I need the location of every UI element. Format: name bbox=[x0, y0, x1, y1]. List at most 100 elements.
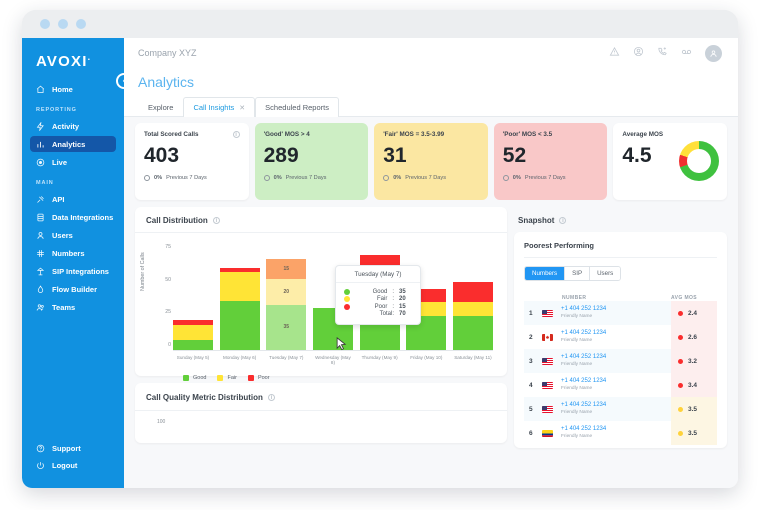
kpi-value: 52 bbox=[503, 145, 599, 166]
sidebar-item-users[interactable]: Users bbox=[30, 227, 116, 243]
tooltip-total-value: 70 bbox=[399, 311, 412, 317]
sidebar-section-reporting: REPORTING bbox=[36, 107, 124, 113]
bar-segment-good bbox=[173, 340, 213, 350]
sidebar-item-numbers[interactable]: Numbers bbox=[30, 245, 116, 261]
snapshot-tab-numbers[interactable]: Numbers bbox=[525, 267, 565, 280]
tooltip-colon: : bbox=[392, 289, 394, 295]
chart-bar[interactable] bbox=[220, 268, 260, 350]
table-row[interactable]: 5+1 404 252 1234Friendly Name3.5 bbox=[524, 397, 717, 421]
row-avg-mos: 3.5 bbox=[671, 397, 717, 421]
app-logo-mark: . bbox=[88, 52, 92, 62]
sidebar-item-flow-builder[interactable]: Flow Builder bbox=[30, 281, 116, 297]
table-row[interactable]: 1+1 404 252 1234Friendly Name2.4 bbox=[524, 301, 717, 325]
app-logo[interactable]: AVOXI. bbox=[36, 52, 124, 70]
row-number-cell: +1 404 252 1234Friendly Name bbox=[556, 354, 671, 367]
sidebar-item-api[interactable]: API bbox=[30, 191, 116, 207]
chart-plot-area: 75 50 25 0 152035 Tuesday (May 7) bbox=[173, 241, 497, 351]
tab-scheduled-reports[interactable]: Scheduled Reports bbox=[255, 97, 339, 117]
home-icon bbox=[36, 85, 45, 94]
page-header: Analytics Explore Call Insights✕ Schedul… bbox=[124, 68, 738, 117]
chart-legend: Good Fair Poor bbox=[183, 375, 497, 391]
window-maximize-dot[interactable] bbox=[76, 19, 86, 29]
sidebar-item-sip-integrations[interactable]: SIP Integrations bbox=[30, 263, 116, 279]
kpi-value: 403 bbox=[144, 145, 240, 166]
sidebar-item-activity[interactable]: Activity bbox=[30, 118, 116, 134]
mos-status-dot-icon bbox=[678, 407, 683, 412]
good-dot-icon bbox=[344, 289, 350, 295]
tooltip-row-value: 15 bbox=[399, 304, 412, 310]
phone-number-link[interactable]: +1 404 252 1234 bbox=[561, 330, 671, 338]
mos-status-dot-icon bbox=[678, 359, 683, 364]
legend-item-good[interactable]: Good bbox=[183, 375, 206, 381]
chart-bar[interactable]: 152035 bbox=[266, 259, 306, 350]
tooltip-header: Tuesday (May 7) bbox=[336, 266, 420, 283]
sidebar-item-live[interactable]: Live bbox=[30, 154, 116, 170]
sidebar-item-teams[interactable]: Teams bbox=[30, 299, 116, 315]
user-circle-icon[interactable] bbox=[633, 44, 644, 62]
table-row[interactable]: 6+1 404 252 1234Friendly Name3.5 bbox=[524, 421, 717, 445]
phone-number-link[interactable]: +1 404 252 1234 bbox=[561, 354, 671, 362]
phone-number-link[interactable]: +1 404 252 1234 bbox=[561, 306, 671, 314]
kpi-average-mos[interactable]: Average MOS 4.5 bbox=[613, 123, 727, 200]
info-icon[interactable]: i bbox=[268, 394, 275, 401]
voicemail-icon[interactable] bbox=[681, 44, 692, 62]
screenshot-root: AVOXI. ‹ Home REPORTING Activity bbox=[0, 0, 761, 510]
tab-call-insights[interactable]: Call Insights✕ bbox=[183, 97, 255, 117]
legend-item-poor[interactable]: Poor bbox=[248, 375, 270, 381]
table-row[interactable]: 3+1 404 252 1234Friendly Name3.2 bbox=[524, 349, 717, 373]
mos-value: 3.5 bbox=[688, 430, 697, 437]
avatar[interactable] bbox=[705, 45, 722, 62]
phone-add-icon[interactable] bbox=[657, 44, 668, 62]
mos-value: 2.6 bbox=[688, 334, 697, 341]
legend-item-fair[interactable]: Fair bbox=[217, 375, 236, 381]
kpi-good-mos[interactable]: 'Good' MOS > 4 289 0% Previous 7 Days bbox=[255, 123, 369, 200]
friendly-name: Friendly Name bbox=[561, 410, 671, 416]
friendly-name: Friendly Name bbox=[561, 434, 671, 440]
table-row[interactable]: 4+1 404 252 1234Friendly Name3.4 bbox=[524, 373, 717, 397]
chart-x-label: Friday (May 10) bbox=[406, 355, 446, 365]
clock-icon bbox=[144, 175, 150, 181]
kpi-footer: 0% Previous 7 Days bbox=[383, 175, 479, 181]
tab-explore[interactable]: Explore bbox=[138, 97, 183, 117]
info-icon[interactable]: i bbox=[559, 217, 566, 224]
tooltip-colon: : bbox=[392, 296, 394, 302]
sidebar-item-home[interactable]: Home bbox=[30, 81, 116, 97]
close-icon[interactable]: ✕ bbox=[239, 105, 245, 112]
alert-triangle-icon[interactable] bbox=[609, 44, 620, 62]
chart-bars: 152035 bbox=[173, 247, 493, 351]
phone-number-link[interactable]: +1 404 252 1234 bbox=[561, 378, 671, 386]
mos-value: 3.2 bbox=[688, 358, 697, 365]
table-row[interactable]: 2+1 404 252 1234Friendly Name2.6 bbox=[524, 325, 717, 349]
sidebar-item-analytics[interactable]: Analytics bbox=[30, 136, 116, 152]
kpi-total-scored-calls[interactable]: Total Scored Calls i 403 0% Previous 7 D… bbox=[135, 123, 249, 200]
column-number: NUMBER bbox=[542, 295, 671, 301]
chart-x-label: Saturday (May 11) bbox=[453, 355, 493, 365]
y-axis-label: Number of Calls bbox=[140, 252, 146, 291]
kpi-header: Average MOS bbox=[622, 131, 718, 138]
chart-bar[interactable] bbox=[453, 282, 493, 350]
bar-segment-fair: 20 bbox=[266, 279, 306, 305]
poor-dot-icon bbox=[344, 304, 350, 310]
window-close-dot[interactable] bbox=[40, 19, 50, 29]
y-tick: 0 bbox=[160, 342, 171, 348]
snapshot-tab-sip[interactable]: SIP bbox=[565, 267, 590, 280]
legend-label: Good bbox=[193, 375, 206, 381]
sidebar-item-support[interactable]: Support bbox=[30, 440, 116, 456]
snapshot-table-body: 1+1 404 252 1234Friendly Name2.42+1 404 … bbox=[524, 301, 717, 445]
chart-bar[interactable] bbox=[173, 320, 213, 350]
sidebar-item-label: Activity bbox=[52, 122, 79, 131]
window-minimize-dot[interactable] bbox=[58, 19, 68, 29]
sidebar-item-data-integrations[interactable]: Data Integrations bbox=[30, 209, 116, 225]
tooltip-row-fair: Fair : 20 bbox=[344, 296, 412, 302]
power-icon bbox=[36, 461, 45, 470]
info-icon[interactable]: i bbox=[233, 131, 240, 138]
spacer-dot bbox=[344, 311, 350, 317]
teams-icon bbox=[36, 303, 45, 312]
kpi-poor-mos[interactable]: 'Poor' MOS < 3.5 52 0% Previous 7 Days bbox=[494, 123, 608, 200]
info-icon[interactable]: i bbox=[213, 217, 220, 224]
sidebar-item-logout[interactable]: Logout bbox=[30, 457, 116, 473]
kpi-fair-mos[interactable]: 'Fair' MOS = 3.5-3.99 31 0% Previous 7 D… bbox=[374, 123, 488, 200]
phone-number-link[interactable]: +1 404 252 1234 bbox=[561, 402, 671, 410]
phone-number-link[interactable]: +1 404 252 1234 bbox=[561, 426, 671, 434]
snapshot-tab-users[interactable]: Users bbox=[590, 267, 620, 280]
